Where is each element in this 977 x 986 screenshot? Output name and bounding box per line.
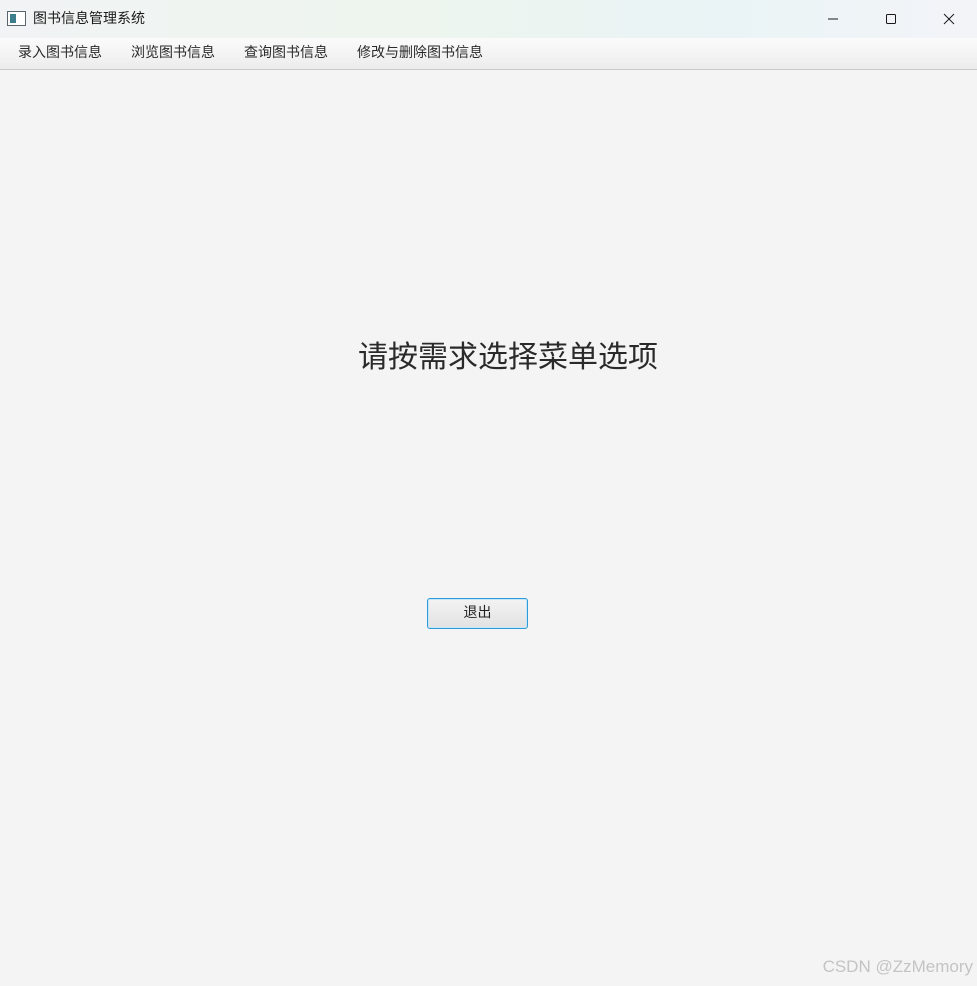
instruction-label: 请按需求选择菜单选项 <box>358 340 658 375</box>
maximize-icon <box>886 14 896 24</box>
app-window-icon <box>7 11 26 26</box>
watermark: CSDN @ZzMemory <box>822 957 973 976</box>
menu-bar: 录入图书信息 浏览图书信息 查询图书信息 修改与删除图书信息 <box>0 38 977 70</box>
minimize-button[interactable] <box>804 0 862 38</box>
close-icon <box>943 13 955 25</box>
title-bar[interactable]: 图书信息管理系统 <box>0 0 977 38</box>
window-title: 图书信息管理系统 <box>33 11 145 27</box>
close-button[interactable] <box>920 0 977 38</box>
minimize-icon <box>828 18 838 20</box>
menu-search-books[interactable]: 查询图书信息 <box>244 38 328 69</box>
maximize-button[interactable] <box>862 0 920 38</box>
app-window: 图书信息管理系统 录入图书信息 浏览图书信息 查询图书信息 修改与删除图书信息 … <box>0 0 977 986</box>
menu-browse-books[interactable]: 浏览图书信息 <box>131 38 215 69</box>
menu-add-book[interactable]: 录入图书信息 <box>18 38 102 69</box>
exit-button[interactable]: 退出 <box>427 598 528 629</box>
menu-edit-delete-books[interactable]: 修改与删除图书信息 <box>357 38 483 69</box>
